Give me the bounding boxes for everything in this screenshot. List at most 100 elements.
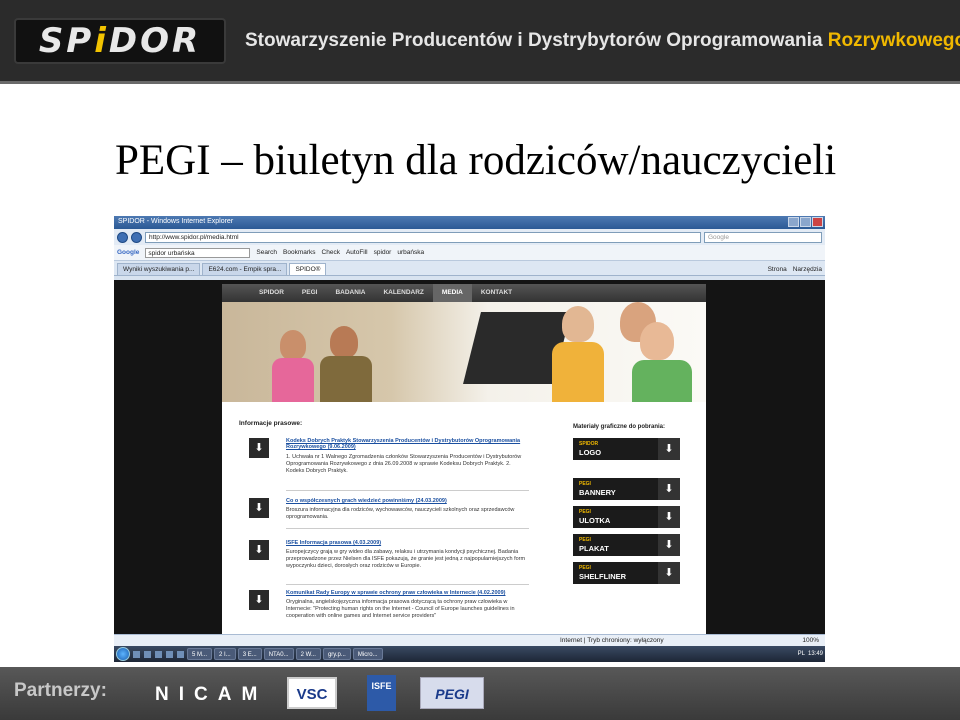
news-title-text[interactable]: ISFE Informacja prasowa — [286, 540, 351, 546]
address-row: http://www.spidor.pl/media.html Google — [114, 229, 825, 245]
materials-heading: Materiały graficzne do pobrania: — [573, 424, 666, 430]
taskbar-item[interactable]: gry.p... — [322, 648, 351, 660]
boy-figure — [640, 322, 674, 360]
toolbar-search[interactable]: Search — [256, 249, 277, 256]
divider — [286, 490, 529, 491]
divider — [286, 528, 529, 529]
tab-spidor[interactable]: SPIDO® — [289, 263, 327, 275]
material-small-label: PEGI — [579, 537, 591, 543]
address-bar[interactable]: http://www.spidor.pl/media.html — [145, 231, 701, 243]
news-desc: Oryginalna, angielskojęzyczna informacja… — [286, 599, 515, 619]
google-toolbar-input[interactable]: spidor urbańska — [145, 247, 251, 258]
language-indicator[interactable]: PL — [798, 651, 805, 657]
material-label: ULOTKA — [579, 516, 611, 525]
spidor-logo: SPiDOR — [14, 18, 226, 64]
boy-body — [632, 360, 692, 402]
window-title: SPIDOR - Windows Internet Explorer — [118, 218, 234, 225]
download-icon[interactable]: ⬇ — [658, 478, 680, 500]
toolbar-check[interactable]: Check — [322, 249, 340, 256]
page-menu[interactable]: Strona — [768, 266, 787, 273]
quicklaunch-icon[interactable] — [166, 650, 173, 658]
quicklaunch-icon[interactable] — [177, 650, 184, 658]
material-small-label: PEGI — [579, 565, 591, 571]
tab-search-results[interactable]: Wyniki wyszukiwania p... — [117, 263, 201, 275]
nav-spidor[interactable]: SPIDOR — [250, 284, 293, 302]
news-desc: Europejczycy grają w gry wideo dla zabaw… — [286, 549, 526, 569]
minimize-button[interactable] — [788, 217, 799, 227]
news-title[interactable]: Co o współczesnych grach wiedzieć powinn… — [286, 498, 529, 504]
material-logo[interactable]: SPIDOR LOGO ⬇ — [573, 438, 680, 460]
start-button[interactable] — [116, 647, 130, 661]
taskbar-item[interactable]: NTA0... — [263, 648, 294, 660]
divider — [286, 584, 529, 585]
status-bar: Internet | Tryb chroniony: wyłączony 100… — [114, 634, 825, 646]
taskbar-item[interactable]: Micro... — [352, 648, 383, 660]
tab-e624[interactable]: E624.com - Empik spra... — [202, 263, 288, 275]
news-title[interactable]: Kodeks Dobrych Praktyk Stowarzyszenia Pr… — [286, 438, 529, 450]
nav-kontakt[interactable]: KONTAKT — [472, 284, 521, 302]
download-icon[interactable]: ⬇ — [249, 438, 269, 458]
download-icon[interactable]: ⬇ — [249, 540, 269, 560]
google-toolbar: Google spidor urbańska Search Bookmarks … — [114, 245, 825, 261]
system-tray: PL 13:49 — [798, 651, 823, 657]
taskbar-item[interactable]: 3 E... — [237, 648, 262, 660]
download-icon[interactable]: ⬇ — [658, 534, 680, 556]
spidor-website: SPIDOR PEGI BADANIA KALENDARZ MEDIA KONT… — [222, 284, 706, 634]
material-small-label: PEGI — [579, 509, 591, 515]
news-title[interactable]: Komunikat Rady Europy w sprawie ochrony … — [286, 590, 529, 596]
download-icon[interactable]: ⬇ — [658, 438, 680, 460]
nav-badania[interactable]: BADANIA — [326, 284, 374, 302]
search-input[interactable]: Google — [704, 231, 822, 243]
close-button[interactable] — [812, 217, 823, 227]
maximize-button[interactable] — [800, 217, 811, 227]
partners-label: Partnerzy: — [14, 680, 107, 701]
tab-bar: Wyniki wyszukiwania p... E624.com - Empi… — [114, 261, 825, 276]
download-icon[interactable]: ⬇ — [658, 562, 680, 584]
toolbar-spidor[interactable]: spidor — [374, 249, 392, 256]
isfe-logo: ISFE — [367, 675, 396, 711]
tools-menu[interactable]: Narzędzia — [793, 266, 822, 273]
security-zone: Internet | Tryb chroniony: wyłączony — [560, 637, 664, 644]
download-icon[interactable]: ⬇ — [249, 498, 269, 518]
woman-body — [272, 358, 314, 402]
zoom-level[interactable]: 100% — [802, 637, 819, 644]
news-title[interactable]: ISFE Informacja prasowa (4.03.2009) — [286, 540, 529, 546]
news-date: (4.03.2009) — [352, 540, 382, 546]
nav-kalendarz[interactable]: KALENDARZ — [374, 284, 432, 302]
material-label: PLAKAT — [579, 544, 609, 553]
woman-figure — [280, 330, 306, 360]
site-content: Informacje prasowe: ⬇ Kodeks Dobrych Pra… — [222, 402, 706, 634]
news-title-text[interactable]: Komunikat Rady Europy w sprawie ochrony … — [286, 590, 476, 596]
nicam-logo: NICAM — [155, 684, 268, 705]
toolbar-autofill[interactable]: AutoFill — [346, 249, 368, 256]
press-info-heading: Informacje prasowe: — [239, 420, 303, 427]
toolbar-urbanska[interactable]: urbańska — [397, 249, 424, 256]
taskbar-item[interactable]: 2 W... — [295, 648, 321, 660]
news-title-text[interactable]: Co o współczesnych grach wiedzieć powinn… — [286, 498, 414, 504]
download-icon[interactable]: ⬇ — [658, 506, 680, 528]
clock[interactable]: 13:49 — [808, 651, 823, 657]
news-desc: Broszura informacyjna dla rodziców, wych… — [286, 507, 515, 520]
material-bannery[interactable]: PEGI BANNERY ⬇ — [573, 478, 680, 500]
quicklaunch-icon[interactable] — [155, 650, 162, 658]
material-label: LOGO — [579, 448, 602, 457]
material-ulotka[interactable]: PEGI ULOTKA ⬇ — [573, 506, 680, 528]
child-figure — [562, 306, 594, 342]
news-title-text[interactable]: Kodeks Dobrych Praktyk Stowarzyszenia Pr… — [286, 438, 520, 450]
news-desc: 1. Uchwała nr 1 Walnego Zgromadzenia czł… — [286, 454, 522, 474]
nav-media[interactable]: MEDIA — [432, 284, 472, 302]
forward-icon[interactable] — [131, 231, 142, 243]
browser-screenshot: SPIDOR - Windows Internet Explorer http:… — [114, 216, 825, 662]
taskbar-item[interactable]: 2 I... — [214, 648, 236, 660]
page-viewport: SPIDOR PEGI BADANIA KALENDARZ MEDIA KONT… — [114, 280, 825, 634]
taskbar-item[interactable]: 5 M... — [187, 648, 213, 660]
material-plakat[interactable]: PEGI PLAKAT ⬇ — [573, 534, 680, 556]
download-icon[interactable]: ⬇ — [249, 590, 269, 610]
back-icon[interactable] — [117, 231, 128, 243]
toolbar-bookmarks[interactable]: Bookmarks — [283, 249, 316, 256]
quicklaunch-icon[interactable] — [144, 650, 151, 658]
quicklaunch-icon[interactable] — [133, 650, 140, 658]
site-nav: SPIDOR PEGI BADANIA KALENDARZ MEDIA KONT… — [222, 284, 706, 302]
material-shelfliner[interactable]: PEGI SHELFLINER ⬇ — [573, 562, 680, 584]
nav-pegi[interactable]: PEGI — [293, 284, 327, 302]
